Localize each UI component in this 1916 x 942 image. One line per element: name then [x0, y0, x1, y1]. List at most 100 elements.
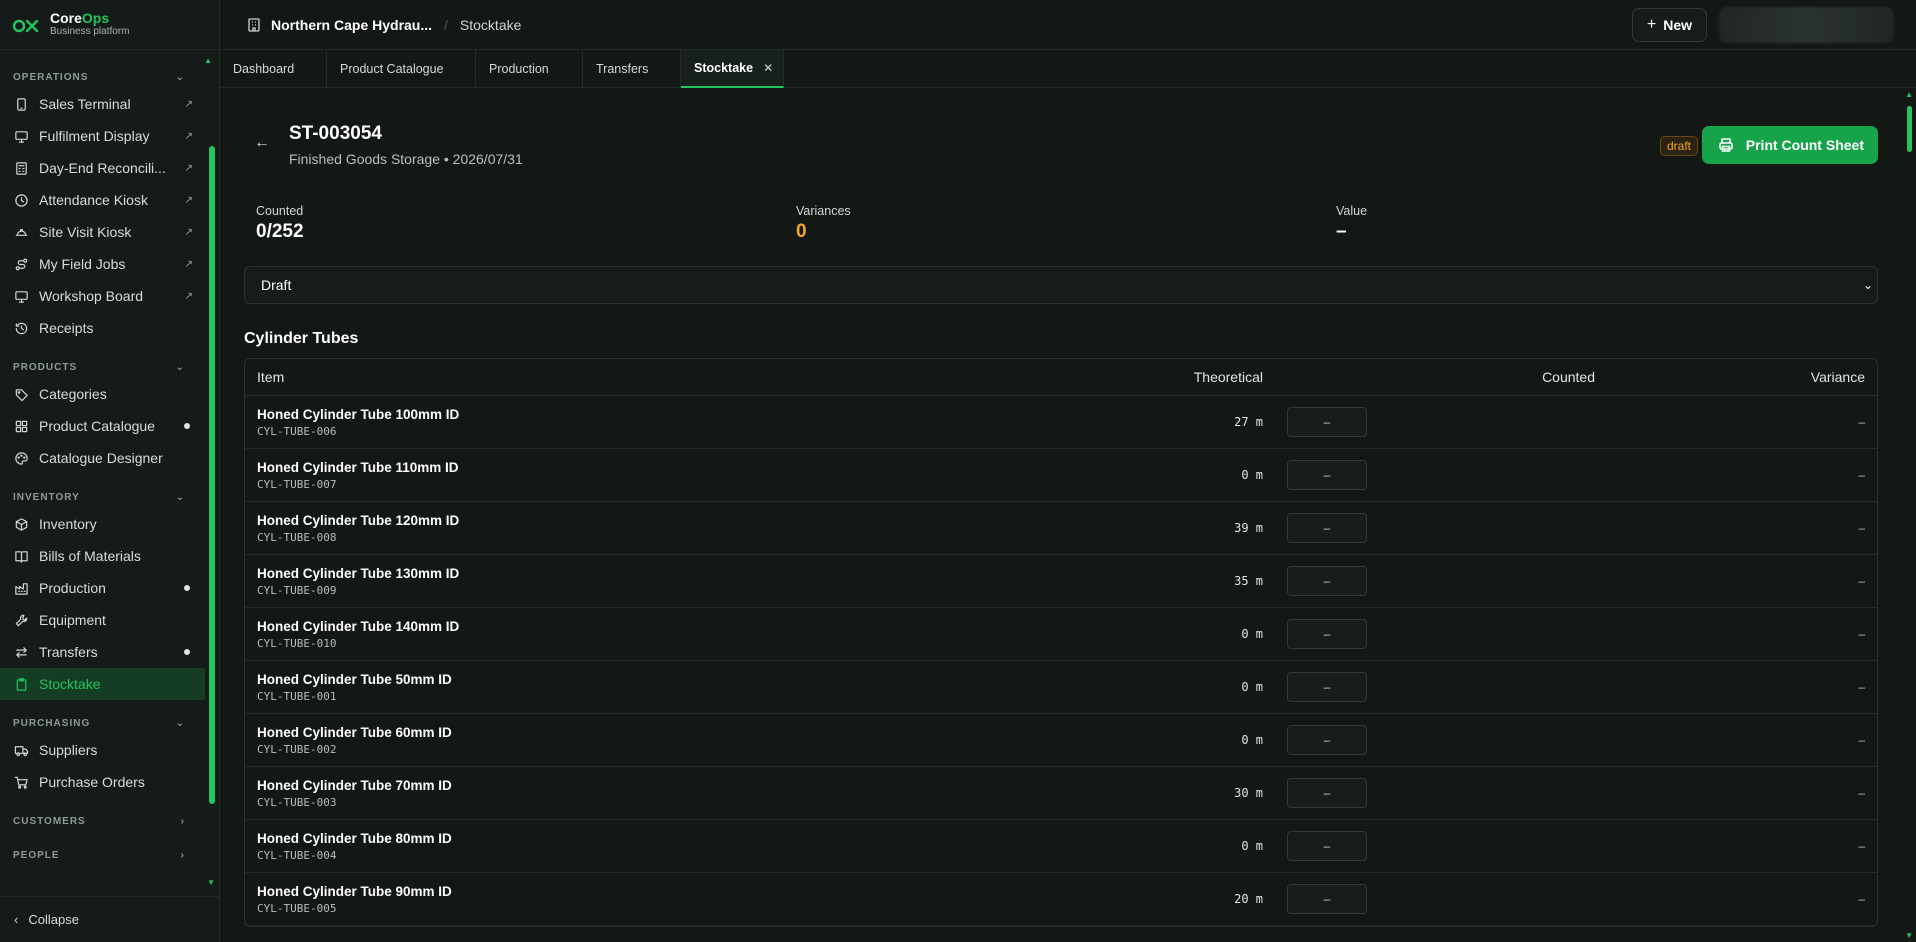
monitor-icon — [13, 288, 29, 304]
printer-icon — [1719, 138, 1733, 152]
scroll-up-icon[interactable]: ▲ — [204, 56, 212, 65]
content-scroll-thumb[interactable] — [1907, 106, 1912, 152]
sidebar-item-label: Production — [39, 580, 106, 596]
item-name: Honed Cylinder Tube 50mm ID — [257, 671, 452, 687]
sidebar-item-receipts[interactable]: Receipts — [0, 312, 205, 344]
header-counted: Counted — [1542, 369, 1595, 385]
tab-dashboard[interactable]: Dashboard — [220, 50, 327, 88]
sidebar-item-equipment[interactable]: Equipment — [0, 604, 205, 636]
counted-input[interactable]: – — [1287, 407, 1367, 437]
org-switcher[interactable]: Northern Cape Hydrau... — [271, 17, 432, 33]
print-count-sheet-button[interactable]: Print Count Sheet — [1701, 126, 1878, 164]
sidebar-item-suppliers[interactable]: Suppliers — [0, 734, 205, 766]
sidebar-item-label: Categories — [39, 386, 107, 402]
counted-input[interactable]: – — [1287, 884, 1367, 914]
stat-label: Variances — [796, 204, 851, 218]
transfer-icon — [13, 644, 29, 660]
item-sku: CYL-TUBE-008 — [257, 530, 337, 544]
sidebar-item-workshop-board[interactable]: Workshop Board ↗ — [0, 280, 205, 312]
variance-value: – — [1858, 468, 1865, 482]
item-name: Honed Cylinder Tube 120mm ID — [257, 512, 460, 528]
chevron-right-icon: › — [180, 849, 185, 861]
tab-stocktake[interactable]: Stocktake ✕ — [681, 50, 784, 88]
stat-value-total: Value – — [1336, 204, 1876, 258]
palette-icon — [13, 450, 29, 466]
sidebar-item-transfers[interactable]: Transfers — [0, 636, 205, 668]
item-cell: Honed Cylinder Tube 130mm ID CYL-TUBE-00… — [245, 566, 875, 597]
scroll-up-icon[interactable]: ▲ — [1905, 90, 1913, 99]
external-link-icon: ↗ — [184, 162, 193, 174]
header-variance: Variance — [1810, 369, 1865, 385]
sidebar-item-product-catalogue[interactable]: Product Catalogue — [0, 410, 205, 442]
table-row: Honed Cylinder Tube 130mm ID CYL-TUBE-00… — [245, 555, 1877, 608]
sidebar-item-site-visit-kiosk[interactable]: Site Visit Kiosk ↗ — [0, 216, 205, 248]
sidebar-item-stocktake[interactable]: Stocktake — [0, 668, 205, 700]
variance-value: – — [1858, 839, 1865, 853]
app-root: CoreOps Business platform OPERATIONS ⌄ S… — [0, 0, 1916, 942]
sidebar-scroll-thumb[interactable] — [209, 146, 215, 804]
sidebar-item-label: My Field Jobs — [39, 256, 126, 272]
stat-value: – — [1336, 221, 1347, 242]
item-sku: CYL-TUBE-010 — [257, 636, 337, 650]
sidebar-item-attendance-kiosk[interactable]: Attendance Kiosk ↗ — [0, 184, 205, 216]
back-arrow-icon[interactable]: ← — [254, 134, 270, 152]
section-operations[interactable]: OPERATIONS ⌄ — [0, 66, 205, 88]
item-sku: CYL-TUBE-004 — [257, 848, 337, 862]
sidebar-item-day-end-reconcili[interactable]: Day-End Reconcili... ↗ — [0, 152, 205, 184]
section-inventory[interactable]: INVENTORY ⌄ — [0, 486, 205, 508]
scroll-down-icon[interactable]: ▼ — [1905, 931, 1913, 940]
clock-icon — [13, 192, 29, 208]
counted-input[interactable]: – — [1287, 672, 1367, 702]
section-people[interactable]: PEOPLE › — [0, 844, 205, 866]
sidebar-item-production[interactable]: Production — [0, 572, 205, 604]
theoretical-qty: 30 m — [1234, 786, 1263, 800]
brand[interactable]: CoreOps Business platform — [0, 0, 219, 50]
tab-production[interactable]: Production — [476, 50, 583, 88]
tab-product-catalogue[interactable]: Product Catalogue — [327, 50, 476, 88]
theoretical-qty: 39 m — [1234, 521, 1263, 535]
scroll-down-icon[interactable]: ▼ — [207, 878, 215, 887]
box-icon — [13, 516, 29, 532]
sidebar-item-bills-of-materials[interactable]: Bills of Materials — [0, 540, 205, 572]
counted-input[interactable]: – — [1287, 460, 1367, 490]
counted-input[interactable]: – — [1287, 778, 1367, 808]
section-purchasing[interactable]: PURCHASING ⌄ — [0, 712, 205, 734]
sidebar-item-catalogue-designer[interactable]: Catalogue Designer — [0, 442, 205, 474]
sidebar-item-my-field-jobs[interactable]: My Field Jobs ↗ — [0, 248, 205, 280]
counted-input[interactable]: – — [1287, 725, 1367, 755]
item-sku: CYL-TUBE-001 — [257, 689, 337, 703]
counted-input[interactable]: – — [1287, 619, 1367, 649]
close-icon[interactable]: ✕ — [763, 61, 773, 75]
sidebar-item-inventory[interactable]: Inventory — [0, 508, 205, 540]
stats-row: Counted 0/252 Variances 0 Value – — [244, 168, 1878, 258]
sidebar-item-purchase-orders[interactable]: Purchase Orders — [0, 766, 205, 798]
external-link-icon: ↗ — [184, 194, 193, 206]
brand-subtitle: Business platform — [50, 26, 130, 37]
item-name: Honed Cylinder Tube 60mm ID — [257, 724, 452, 740]
counted-input[interactable]: – — [1287, 831, 1367, 861]
status-select[interactable]: Draft ⌄ — [244, 266, 1878, 304]
chevron-left-icon: ‹ — [14, 912, 19, 927]
tab-transfers[interactable]: Transfers — [583, 50, 681, 88]
counted-input[interactable]: – — [1287, 513, 1367, 543]
variance-value: – — [1858, 415, 1865, 429]
item-cell: Honed Cylinder Tube 120mm ID CYL-TUBE-00… — [245, 513, 875, 544]
hardhat-icon — [13, 224, 29, 240]
section-customers[interactable]: CUSTOMERS › — [0, 810, 205, 832]
table-header: Item Theoretical Counted Variance — [245, 359, 1877, 396]
tab-label: Transfers — [596, 62, 649, 76]
collapse-button[interactable]: ‹ Collapse — [0, 896, 220, 942]
sidebar-item-categories[interactable]: Categories — [0, 378, 205, 410]
section-products[interactable]: PRODUCTS ⌄ — [0, 356, 205, 378]
chevron-down-icon: ⌄ — [175, 361, 185, 373]
item-cell: Honed Cylinder Tube 110mm ID CYL-TUBE-00… — [245, 460, 875, 491]
item-name: Honed Cylinder Tube 100mm ID — [257, 406, 460, 422]
tab-label: Production — [489, 62, 549, 76]
counted-input[interactable]: – — [1287, 566, 1367, 596]
user-menu[interactable] — [1719, 6, 1894, 43]
print-button-label: Print Count Sheet — [1745, 137, 1864, 153]
sidebar-item-fulfilment-display[interactable]: Fulfilment Display ↗ — [0, 120, 205, 152]
sidebar-item-sales-terminal[interactable]: Sales Terminal ↗ — [0, 88, 205, 120]
theoretical-qty: 27 m — [1234, 415, 1263, 429]
new-button[interactable]: + New — [1631, 7, 1707, 42]
